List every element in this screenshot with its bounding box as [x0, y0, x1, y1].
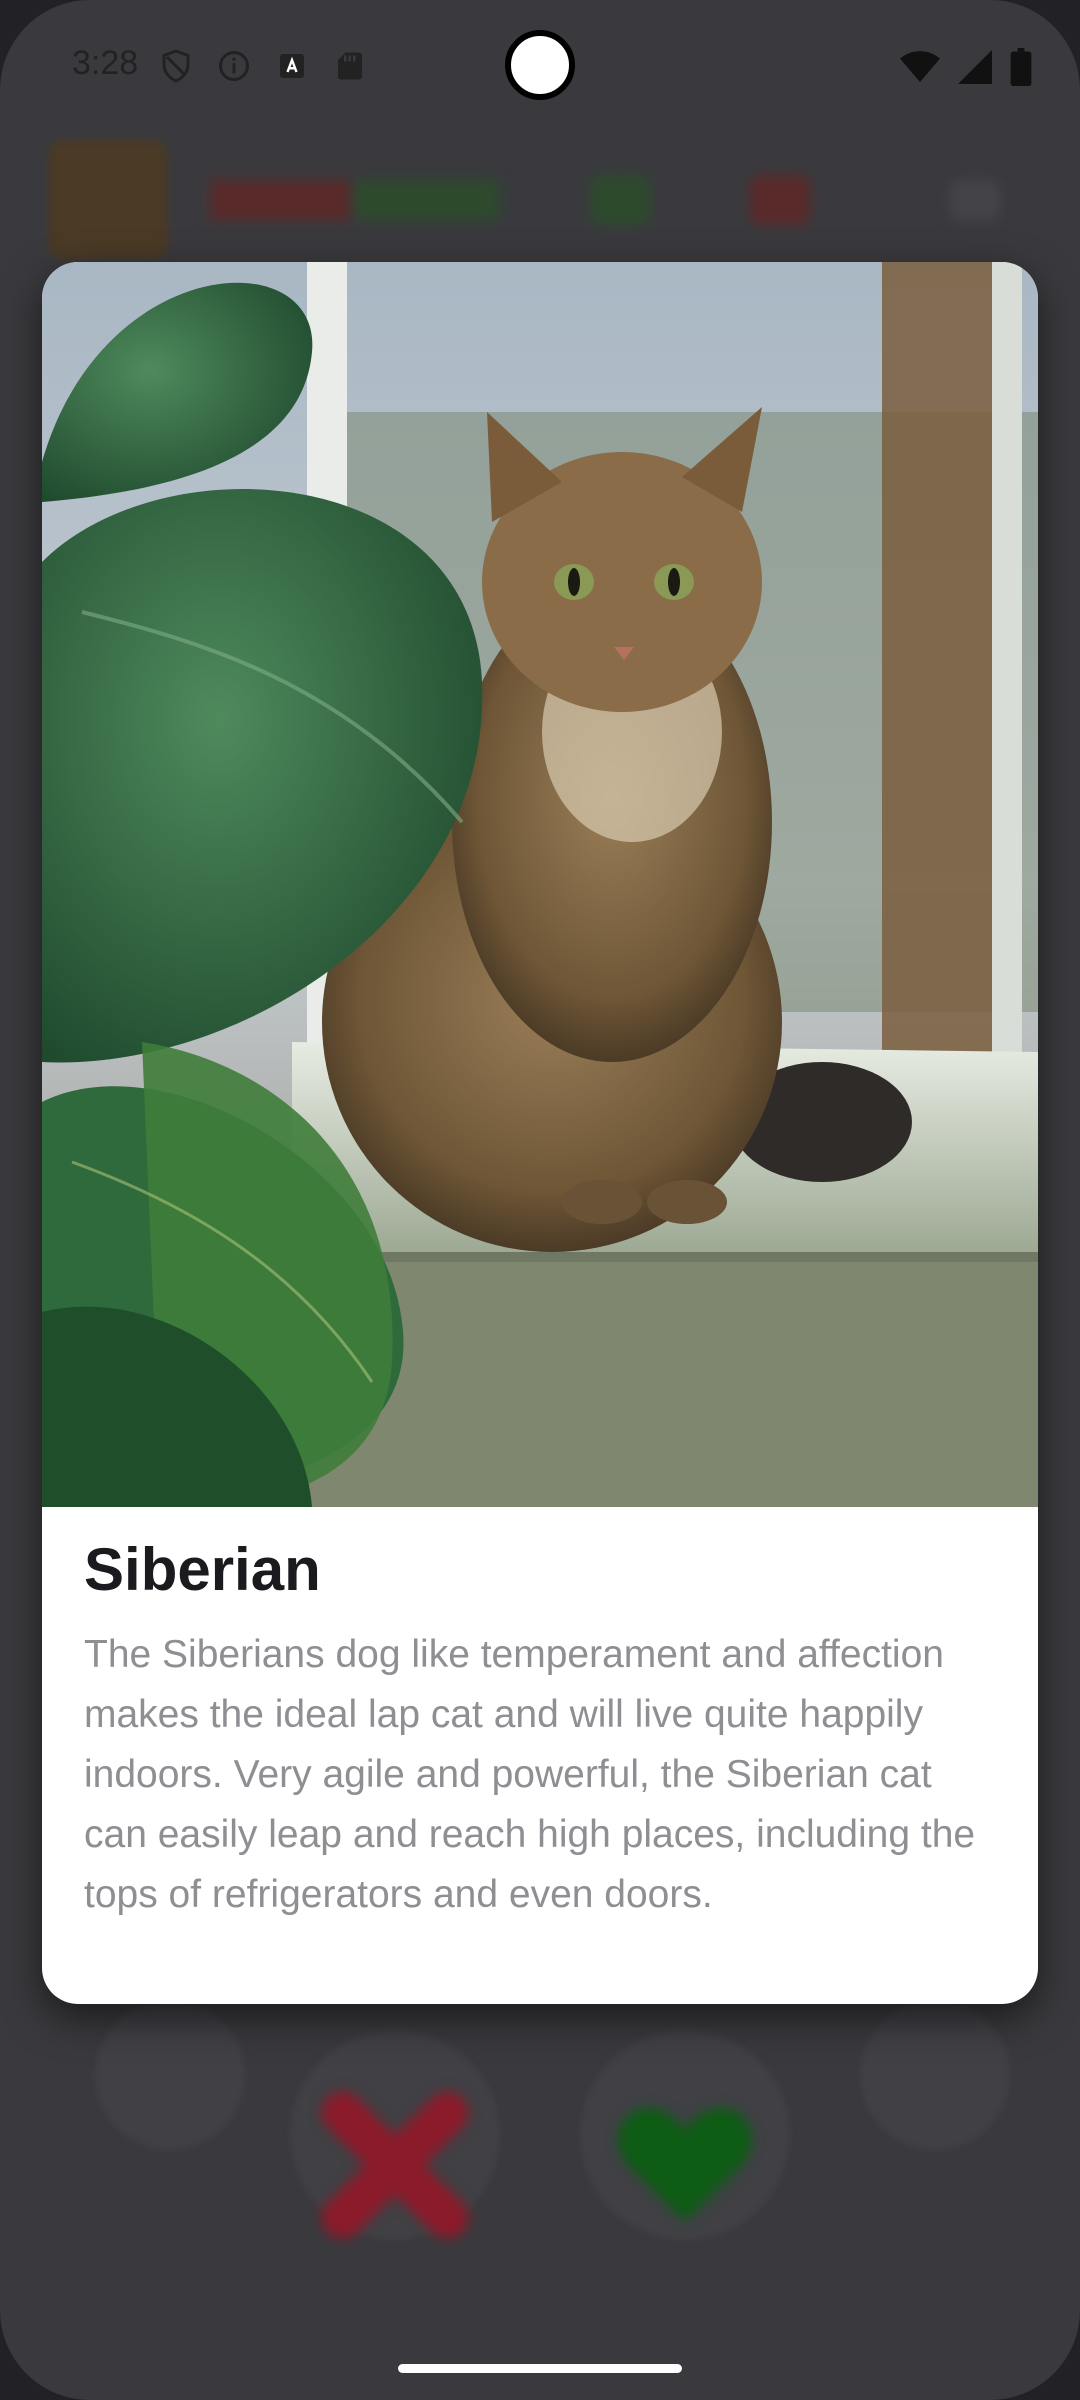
background-toolbar-icon: [750, 175, 810, 225]
breed-detail-card[interactable]: Siberian The Siberians dog like temperam…: [42, 262, 1038, 2004]
info-icon: [216, 48, 252, 84]
sd-card-icon: [332, 48, 368, 84]
background-avatar: [48, 140, 168, 260]
refresh-icon: [95, 2000, 245, 2150]
star-icon: [860, 2000, 1010, 2150]
status-time: 3:28: [72, 44, 139, 82]
camera-cutout: [505, 30, 575, 100]
font-icon: [274, 48, 310, 84]
home-indicator[interactable]: [398, 2364, 682, 2373]
signal-icon: [958, 49, 992, 94]
device-screen: 3:28 Siberian The Siberians dog like tem…: [0, 0, 1080, 2400]
status-icons-right: [900, 48, 1032, 95]
wifi-icon: [900, 49, 940, 94]
background-app-title: [210, 180, 500, 220]
dislike-x-icon: [321, 2091, 469, 2239]
background-toolbar-icon: [590, 175, 650, 225]
background-toolbar-icon: [950, 180, 1000, 220]
breed-name: Siberian: [84, 1536, 321, 1603]
card-body: Siberian The Siberians dog like temperam…: [42, 1507, 1038, 2004]
cat-photo: [42, 262, 1038, 1507]
status-icons-left: [158, 48, 368, 84]
status-bar: 3:28: [0, 0, 1080, 130]
shield-icon: [158, 48, 194, 84]
like-heart-icon: [618, 2107, 752, 2222]
battery-icon: [1010, 48, 1032, 95]
breed-description: The Siberians dog like temperament and a…: [84, 1633, 976, 1916]
